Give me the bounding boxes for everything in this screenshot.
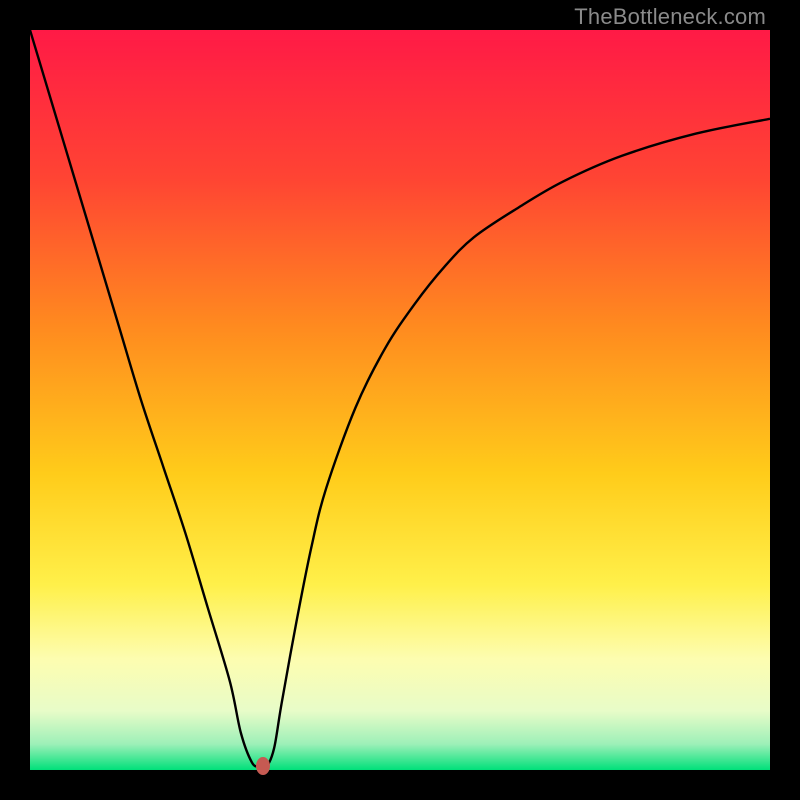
watermark-text: TheBottleneck.com	[574, 4, 766, 30]
plot-frame	[30, 30, 770, 770]
bottleneck-chart	[30, 30, 770, 770]
optimal-point-marker	[256, 757, 270, 775]
